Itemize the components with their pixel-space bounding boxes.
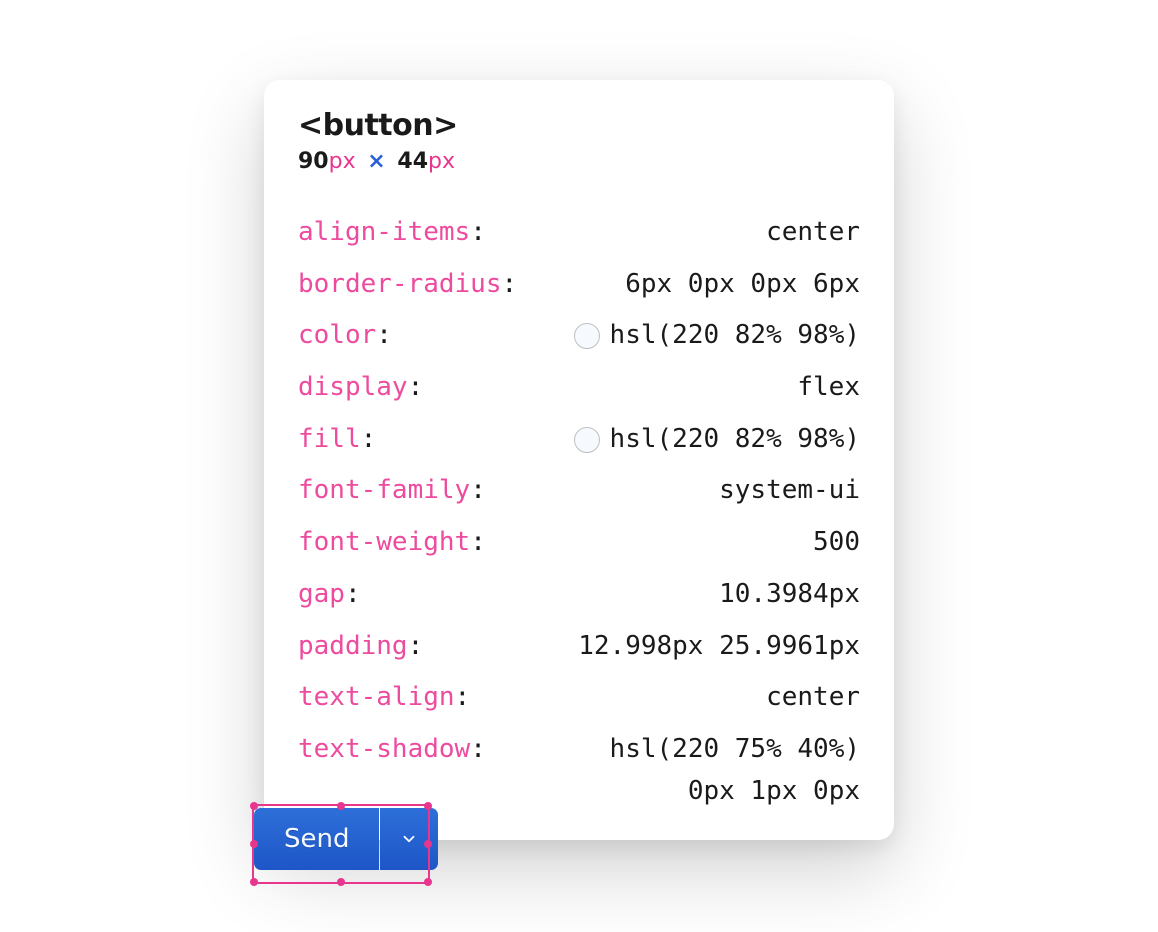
dimension-times: × <box>367 149 385 174</box>
css-property-name: font-weight <box>298 524 486 562</box>
css-property-row: gap 10.3984px <box>298 576 860 614</box>
send-dropdown-button[interactable] <box>380 808 438 870</box>
element-dimensions: 90px × 44px <box>298 149 860 174</box>
css-property-value: 500 <box>813 524 860 562</box>
css-property-value: center <box>766 679 860 717</box>
css-property-name: display <box>298 369 423 407</box>
css-property-name: border-radius <box>298 266 517 304</box>
css-property-row: text-shadow hsl(220 75% 40%) 0px 1px 0px <box>298 731 860 810</box>
css-property-name: fill <box>298 421 376 459</box>
chevron-down-icon <box>400 830 418 848</box>
css-property-row: border-radius 6px 0px 0px 6px <box>298 266 860 304</box>
dimension-width: 90 <box>298 149 329 174</box>
css-property-value-text: hsl(220 82% 98%) <box>610 317 860 355</box>
css-property-value: system-ui <box>719 472 860 510</box>
css-property-name: padding <box>298 628 423 666</box>
color-swatch-icon <box>574 323 600 349</box>
css-property-row: display flex <box>298 369 860 407</box>
css-property-name: align-items <box>298 214 486 252</box>
css-property-value: flex <box>797 369 860 407</box>
css-property-value-text: hsl(220 82% 98%) <box>610 421 860 459</box>
css-property-value-line: hsl(220 75% 40%) <box>610 731 860 769</box>
css-property-value: hsl(220 82% 98%) <box>574 317 860 355</box>
send-button-group: Send <box>254 808 438 870</box>
selection-handle-icon[interactable] <box>250 878 258 886</box>
css-property-row: text-align center <box>298 679 860 717</box>
css-property-value: center <box>766 214 860 252</box>
css-property-value-line: 0px 1px 0px <box>688 773 860 811</box>
selection-handle-icon[interactable] <box>337 878 345 886</box>
css-property-value: 12.998px 25.9961px <box>578 628 860 666</box>
css-property-row: padding 12.998px 25.9961px <box>298 628 860 666</box>
css-inspector-tooltip: <button> 90px × 44px align-items center … <box>264 80 894 840</box>
css-property-row: font-family system-ui <box>298 472 860 510</box>
dimension-unit: px <box>428 149 455 174</box>
css-property-row: align-items center <box>298 214 860 252</box>
css-property-name: text-align <box>298 679 470 717</box>
dimension-height: 44 <box>397 149 428 174</box>
css-property-value: hsl(220 75% 40%) 0px 1px 0px <box>610 731 860 810</box>
selection-handle-icon[interactable] <box>424 878 432 886</box>
css-property-value: 6px 0px 0px 6px <box>625 266 860 304</box>
css-property-name: font-family <box>298 472 486 510</box>
element-tag: <button> <box>298 108 860 143</box>
css-property-value: hsl(220 82% 98%) <box>574 421 860 459</box>
css-properties-list: align-items center border-radius 6px 0px… <box>298 214 860 810</box>
css-property-name: color <box>298 317 392 355</box>
dimension-unit: px <box>329 149 356 174</box>
send-button[interactable]: Send <box>254 808 379 870</box>
css-property-row: fill hsl(220 82% 98%) <box>298 421 860 459</box>
css-property-name: text-shadow <box>298 731 486 769</box>
css-property-row: color hsl(220 82% 98%) <box>298 317 860 355</box>
color-swatch-icon <box>574 427 600 453</box>
css-property-value: 10.3984px <box>719 576 860 614</box>
css-property-row: font-weight 500 <box>298 524 860 562</box>
css-property-name: gap <box>298 576 361 614</box>
